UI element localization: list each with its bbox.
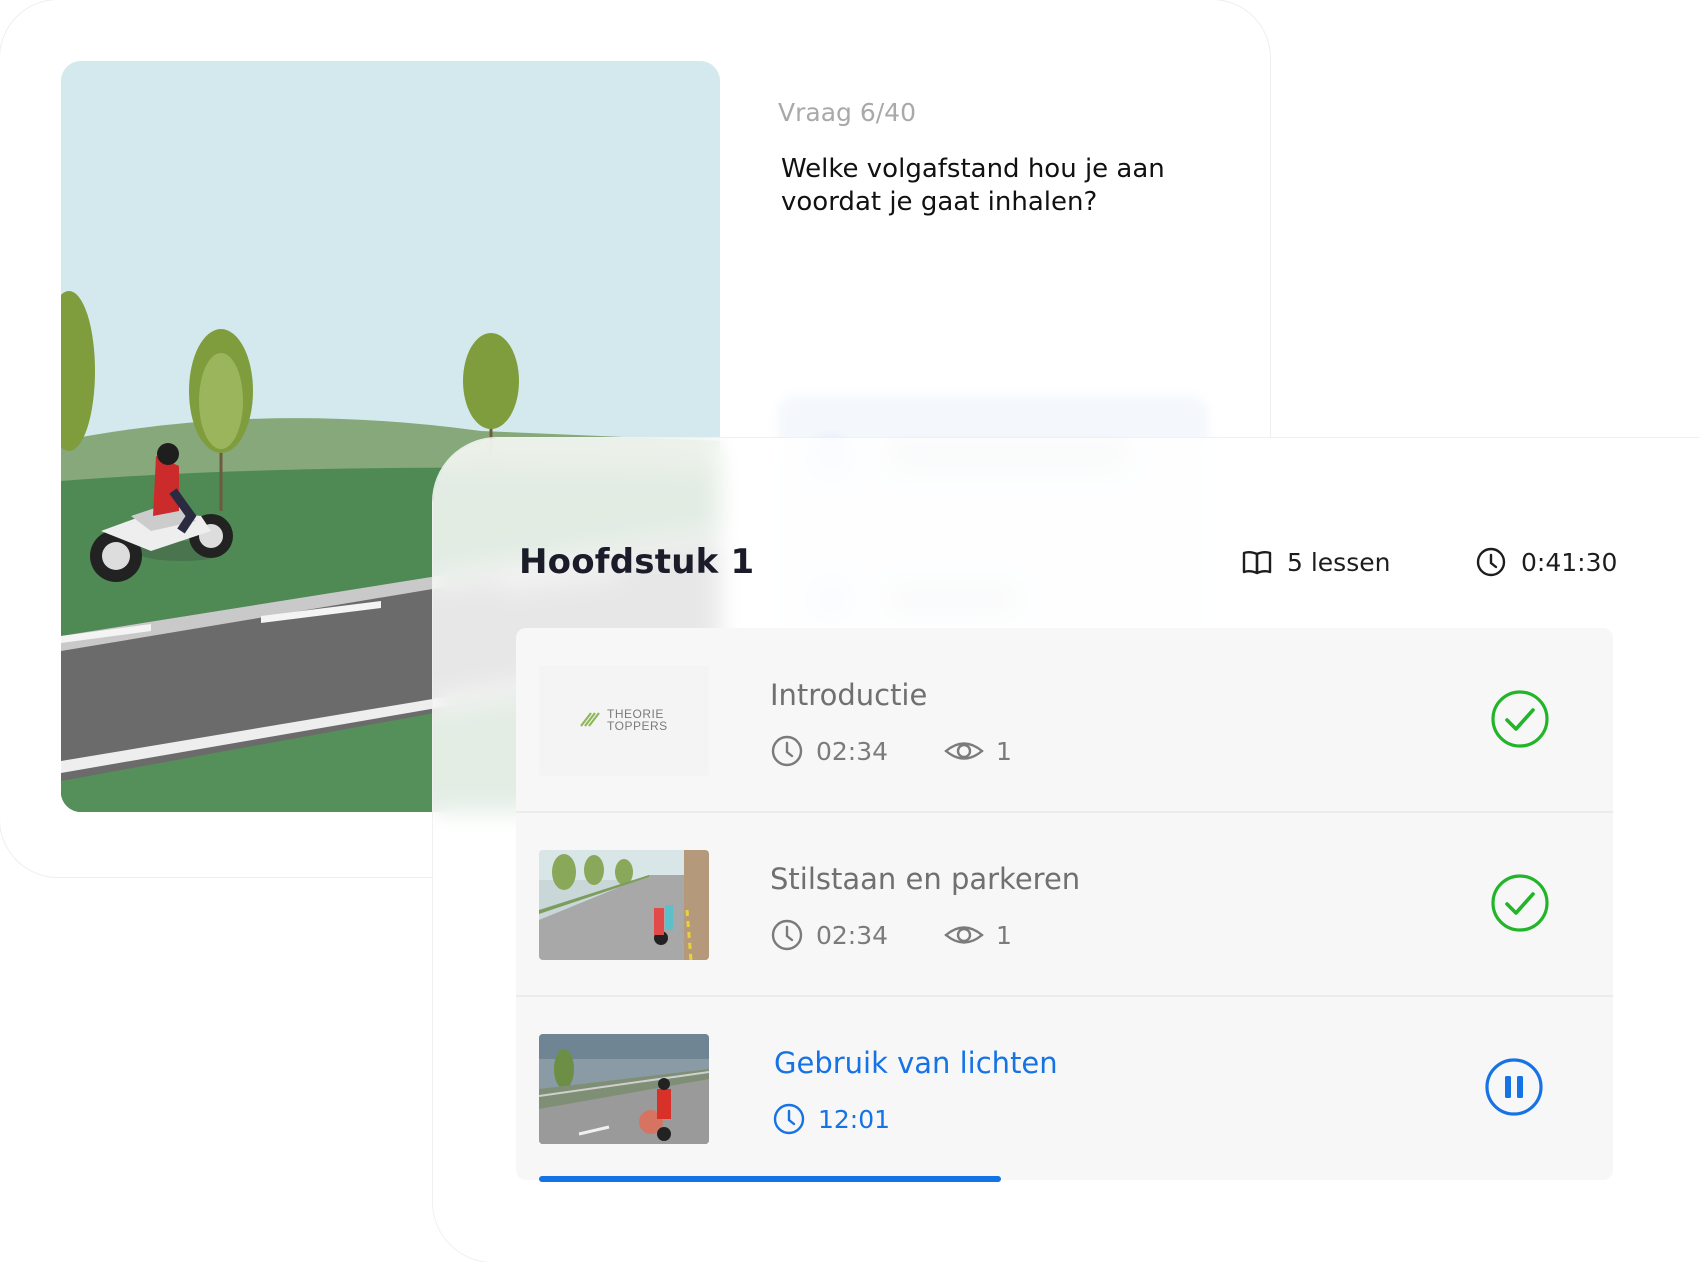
lessons-count-label: 5 lessen [1287, 547, 1391, 577]
lesson-views: 1 [944, 734, 1012, 768]
lesson-thumbnail: THEORIE TOPPERS [539, 666, 709, 776]
check-circle-icon [1491, 874, 1549, 932]
eye-icon [944, 926, 984, 944]
eye-icon [944, 742, 984, 760]
chapter-duration: 0:41:30 [1475, 546, 1617, 578]
clock-icon [1476, 547, 1506, 577]
svg-text:TOPPERS: TOPPERS [607, 719, 668, 733]
question-counter: Vraag 6/40 [778, 98, 916, 127]
lesson-progress-fill [539, 1176, 1001, 1182]
pause-circle-icon[interactable] [1484, 1057, 1544, 1117]
lessons-list: THEORIE TOPPERS Introductie 02:34 1 Stil… [516, 628, 1613, 1180]
clock-icon [771, 919, 803, 951]
lesson-row-gebruik-van-lichten[interactable]: Gebruik van lichten 12:01 [516, 996, 1613, 1179]
lesson-views-label: 1 [996, 920, 1012, 950]
question-text: Welke volgafstand hou je aan voordat je … [781, 154, 1165, 217]
lesson-views-label: 1 [996, 736, 1012, 766]
lesson-thumbnail [539, 850, 709, 960]
lesson-progress-bar [539, 1176, 1589, 1182]
lesson-duration-label: 12:01 [818, 1104, 891, 1134]
check-circle-icon [1491, 690, 1549, 748]
lesson-row-introductie[interactable]: THEORIE TOPPERS Introductie 02:34 1 [516, 628, 1613, 813]
theorie-toppers-logo: THEORIE TOPPERS [580, 707, 668, 733]
lesson-duration: 02:34 [770, 734, 888, 768]
chapter-title: Hoofdstuk 1 [519, 542, 755, 582]
lesson-duration: 02:34 [770, 918, 888, 952]
book-icon [1242, 551, 1272, 575]
lesson-duration-label: 02:34 [816, 736, 889, 766]
lesson-thumbnail [539, 1034, 709, 1144]
lesson-title: Stilstaan en parkeren [770, 862, 1081, 896]
lesson-title: Introductie [770, 678, 928, 712]
lesson-title: Gebruik van lichten [774, 1046, 1058, 1080]
lesson-row-stilstaan-en-parkeren[interactable]: Stilstaan en parkeren 02:34 1 [516, 812, 1613, 997]
clock-icon [773, 1103, 805, 1135]
clock-icon [771, 735, 803, 767]
lesson-views: 1 [944, 918, 1012, 952]
lesson-duration: 12:01 [772, 1102, 890, 1136]
lesson-duration-label: 02:34 [816, 920, 889, 950]
lessons-count: 5 lessen [1241, 546, 1390, 578]
chapter-duration-label: 0:41:30 [1521, 547, 1618, 577]
